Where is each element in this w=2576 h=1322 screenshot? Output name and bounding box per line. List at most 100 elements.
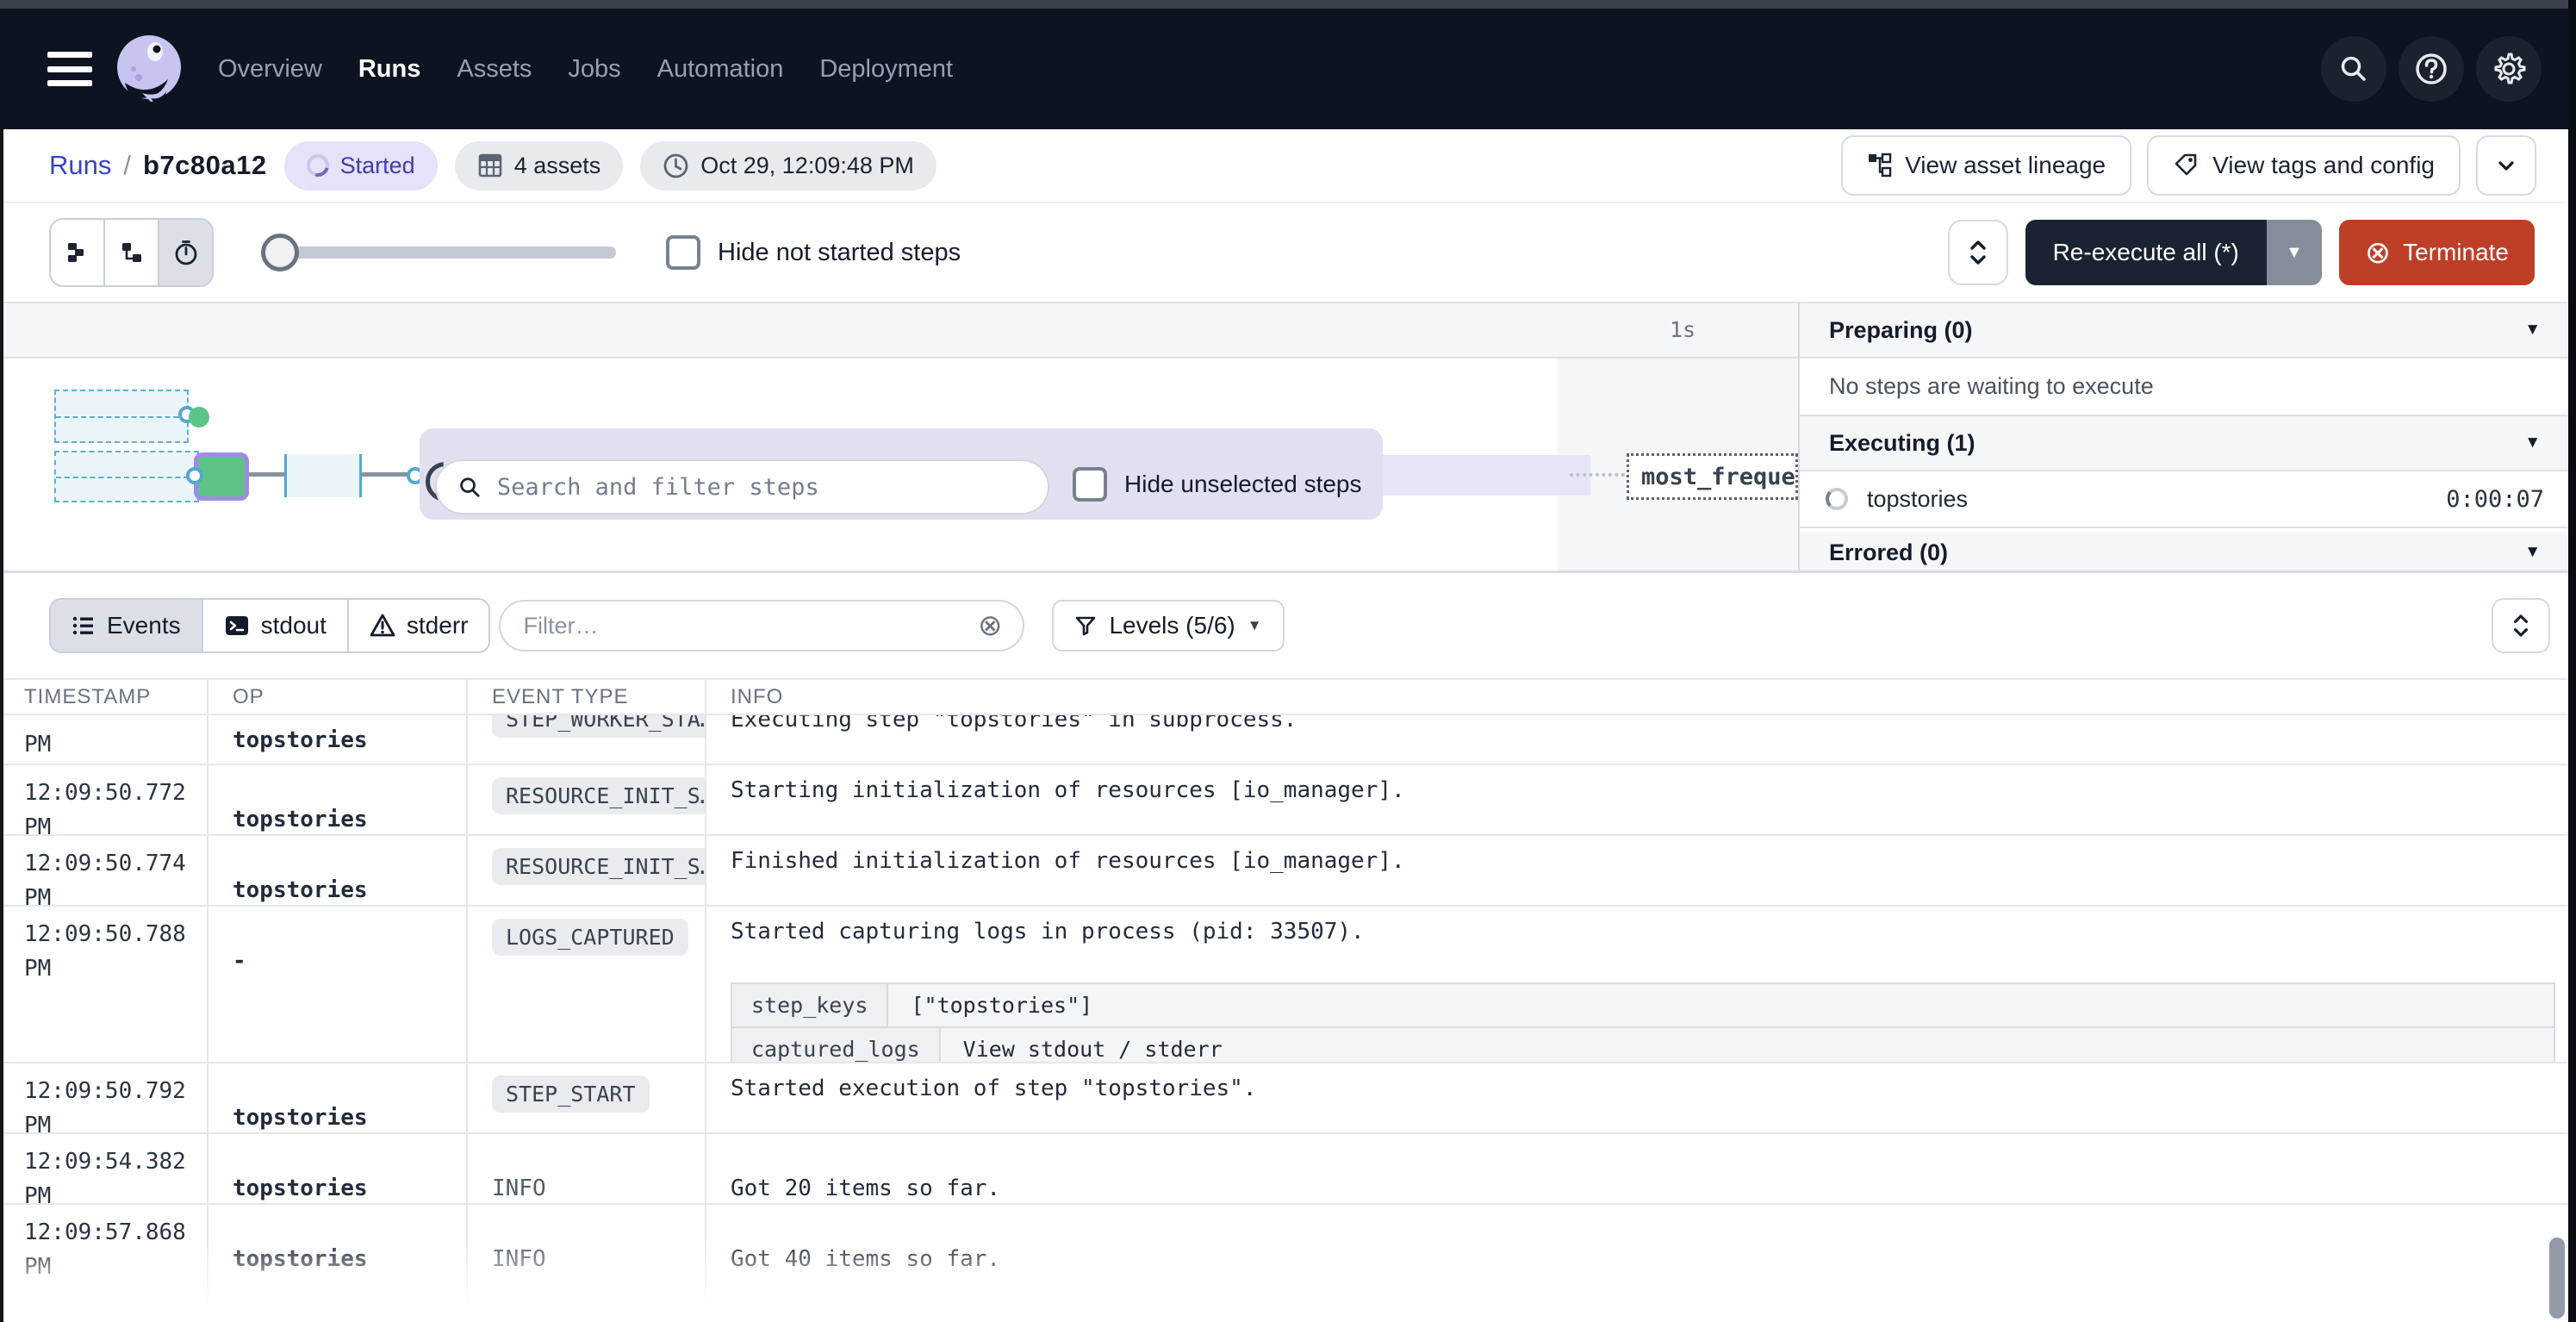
- log-row[interactable]: 12:09:50.788PM - LOGS_CAPTURED Started c…: [0, 907, 2576, 1063]
- step-name: topstories: [1867, 486, 1968, 513]
- nav-links: Overview Runs Assets Jobs Automation Dep…: [218, 55, 953, 84]
- executing-step-row[interactable]: topstories 0:00:07: [1800, 471, 2570, 528]
- log-row[interactable]: 12:09:57.868PM topstories INFO Got 40 it…: [0, 1205, 2576, 1322]
- status-badge: Started: [284, 141, 438, 190]
- tab-stderr[interactable]: stderr: [347, 600, 489, 652]
- slider-track[interactable]: [261, 246, 616, 259]
- expand-panels-button[interactable]: [1948, 220, 2008, 285]
- nav-item-automation[interactable]: Automation: [657, 55, 784, 84]
- hide-unselected-label: Hide unselected steps: [1124, 471, 1362, 498]
- timed-view-icon[interactable]: [158, 220, 212, 285]
- expand-collapse-icon: [2511, 612, 2531, 639]
- waterfall-view-icon[interactable]: [103, 220, 158, 285]
- menu-icon[interactable]: [47, 52, 92, 86]
- slider-thumb[interactable]: [261, 234, 299, 271]
- nav-item-overview[interactable]: Overview: [218, 55, 322, 84]
- reexecute-dropdown-caret[interactable]: ▼: [2267, 220, 2322, 285]
- gantt-step-not-started-1[interactable]: [54, 390, 189, 443]
- grid-icon: [477, 153, 503, 178]
- zoom-slider[interactable]: [261, 234, 616, 271]
- tag-icon: [2173, 152, 2200, 179]
- nav-item-jobs[interactable]: Jobs: [568, 55, 620, 84]
- log-filter-field[interactable]: ⊗: [499, 600, 1024, 652]
- preparing-empty-message: No steps are waiting to execute: [1800, 359, 2570, 416]
- clock-icon: [663, 153, 689, 179]
- collapse-caret-icon: ▼: [2524, 433, 2541, 452]
- event-type-label: INFO: [492, 1175, 546, 1201]
- window-right-edge: [2568, 0, 2576, 1322]
- header-more-dropdown-button[interactable]: [2476, 135, 2536, 196]
- terminate-icon: ⊗: [2365, 237, 2391, 268]
- step-search-input[interactable]: [495, 473, 1027, 502]
- gantt-chart: 1s Hide unselected steps most_frequent_ …: [0, 303, 2576, 571]
- levels-dropdown-button[interactable]: Levels (5/6) ▼: [1052, 600, 1284, 652]
- expand-collapse-icon: [1967, 238, 1989, 267]
- log-row[interactable]: 12:09:54.382PM topstories INFO Got 20 it…: [0, 1134, 2576, 1205]
- lineage-icon: [1867, 153, 1893, 178]
- col-timestamp: TIMESTAMP: [0, 680, 207, 714]
- gantt-step-running[interactable]: [284, 454, 362, 497]
- view-asset-lineage-button[interactable]: View asset lineage: [1841, 135, 2131, 196]
- nav-actions: [2321, 36, 2542, 102]
- step-state-panel: Preparing (0) ▼ No steps are waiting to …: [1798, 303, 2570, 571]
- terminate-button[interactable]: ⊗ Terminate: [2339, 220, 2535, 285]
- start-time-badge: Oct 29, 12:09:48 PM: [640, 141, 936, 190]
- col-op: OP: [207, 680, 466, 714]
- help-icon[interactable]: [2399, 36, 2464, 102]
- reexecute-all-button[interactable]: Re-execute all (*): [2025, 220, 2267, 285]
- spinner-icon: [302, 150, 333, 181]
- log-row[interactable]: PM topstories STEP_WORKER_STA… Executing…: [0, 715, 2576, 765]
- captured-logs-link[interactable]: View stdout / stderr: [941, 1028, 2554, 1062]
- terminal-icon: [224, 613, 250, 639]
- vertical-scrollbar[interactable]: [2549, 1238, 2565, 1319]
- time-tick-label: 1s: [1670, 317, 1696, 342]
- search-icon[interactable]: [2321, 36, 2386, 102]
- log-row[interactable]: 12:09:50.792PM topstories STEP_START Sta…: [0, 1063, 2576, 1134]
- window-left-edge: [0, 129, 3, 1322]
- search-icon: [457, 474, 482, 500]
- run-id: b7c80a12: [143, 150, 267, 181]
- event-type-pill: RESOURCE_INIT_S…: [492, 777, 705, 814]
- checkbox-box[interactable]: [666, 235, 700, 270]
- collapse-caret-icon: ▼: [2524, 543, 2541, 562]
- dependency-node: [186, 467, 203, 484]
- breadcrumb-runs-link[interactable]: Runs: [49, 150, 111, 181]
- run-logs-section: Events stdout stderr ⊗ Levels (5/6) ▼: [0, 571, 2576, 1322]
- dagster-logo-icon[interactable]: [113, 33, 185, 105]
- gantt-step-clipped[interactable]: most_frequent_: [1627, 453, 1798, 500]
- preparing-section-header[interactable]: Preparing (0) ▼: [1800, 303, 2570, 359]
- run-header: Runs / b7c80a12 Started 4 assets Oct 29,…: [0, 129, 2576, 202]
- executing-section-header[interactable]: Executing (1) ▼: [1800, 416, 2570, 471]
- log-row[interactable]: 12:09:50.774PM topstories RESOURCE_INIT_…: [0, 836, 2576, 907]
- tab-stdout[interactable]: stdout: [202, 600, 347, 652]
- event-type-pill: LOGS_CAPTURED: [492, 919, 688, 956]
- clear-filter-icon[interactable]: ⊗: [978, 611, 1003, 640]
- hide-unselected-checkbox[interactable]: Hide unselected steps: [1073, 467, 1362, 502]
- gantt-timeline-strip: 1s: [0, 303, 1798, 359]
- collapse-caret-icon: ▼: [2524, 321, 2541, 340]
- nav-item-runs[interactable]: Runs: [358, 55, 421, 84]
- hide-not-started-checkbox[interactable]: Hide not started steps: [666, 235, 961, 270]
- assets-count-badge[interactable]: 4 assets: [455, 141, 624, 190]
- run-page: Overview Runs Assets Jobs Automation Dep…: [0, 0, 2576, 1322]
- settings-gear-icon[interactable]: [2476, 36, 2542, 102]
- flat-view-icon[interactable]: [51, 220, 103, 285]
- log-filter-input[interactable]: [521, 612, 966, 640]
- funnel-icon: [1074, 614, 1097, 637]
- view-tags-config-button[interactable]: View tags and config: [2147, 135, 2461, 196]
- errored-section-header[interactable]: Errored (0) ▼: [1800, 532, 2570, 571]
- hide-not-started-label: Hide not started steps: [718, 239, 961, 267]
- gantt-step-dot[interactable]: [189, 407, 209, 427]
- checkbox-box[interactable]: [1073, 467, 1107, 502]
- log-table-header: TIMESTAMP OP EVENT TYPE INFO: [0, 678, 2576, 715]
- gantt-step-not-started-2[interactable]: [54, 451, 199, 502]
- top-nav: Overview Runs Assets Jobs Automation Dep…: [0, 9, 2576, 129]
- expand-logs-button[interactable]: [2492, 598, 2550, 653]
- step-search-box[interactable]: [435, 459, 1049, 514]
- tab-events[interactable]: Events: [51, 600, 202, 652]
- nav-item-assets[interactable]: Assets: [457, 55, 532, 84]
- gantt-toolbar: Hide not started steps Re-execute all (*…: [0, 202, 2576, 303]
- log-row[interactable]: 12:09:50.772PM topstories RESOURCE_INIT_…: [0, 765, 2576, 836]
- metadata-row: captured_logs View stdout / stderr: [732, 1026, 2554, 1062]
- nav-item-deployment[interactable]: Deployment: [819, 55, 953, 84]
